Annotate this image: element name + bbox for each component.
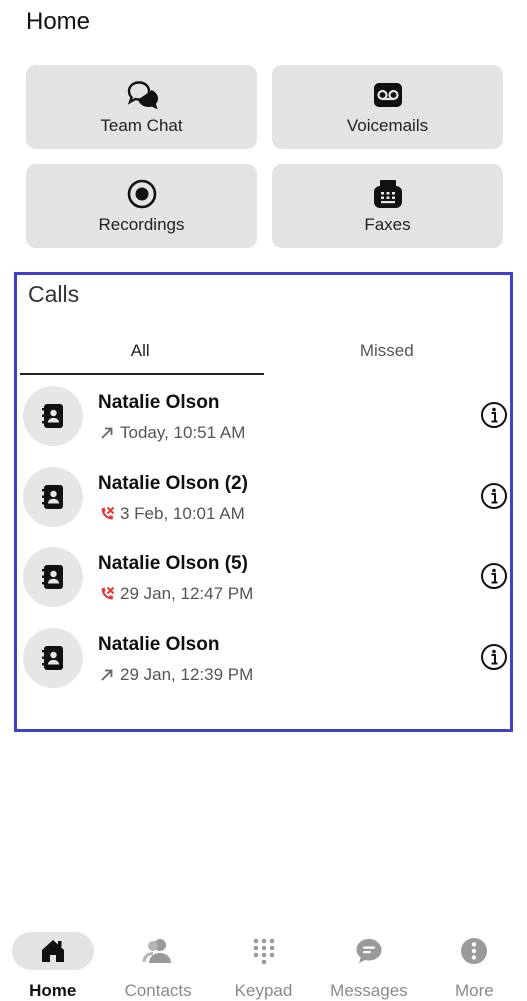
call-contact-name: Natalie Olson [98,392,220,413]
info-icon[interactable] [480,482,508,510]
avatar [23,627,83,688]
team-chat-tile[interactable]: Team Chat [26,65,257,149]
nav-label-keypad: Keypad [234,981,293,1000]
outgoing-call-icon [98,424,116,442]
voicemails-tile[interactable]: Voicemails [272,65,503,149]
nav-more[interactable]: More [422,928,527,1001]
nav-home[interactable]: Home [0,928,105,1001]
recordings-tile[interactable]: Recordings [26,164,257,248]
call-contact-name: Natalie Olson [98,633,220,655]
nav-label-more: More [454,981,494,1000]
call-meta: 29 Jan, 12:39 PM [98,665,253,685]
call-contact-name: Natalie Olson (2) [98,472,248,494]
contact-card-icon [42,565,63,589]
nav-label-home: Home [29,981,77,1000]
call-meta: Today, 10:51 AM [98,423,245,443]
call-contact-name: Natalie Olson (5) [98,553,248,574]
missed-call-icon [98,505,116,523]
record-icon [125,177,159,211]
info-icon[interactable] [480,643,508,671]
call-time: 29 Jan, 12:47 PM [120,584,254,603]
call-row[interactable]: Natalie Olson (2) 3 Feb, 10:01 AM [17,459,510,540]
nav-keypad[interactable]: Keypad [211,928,316,1001]
keypad-icon [253,938,274,965]
call-row[interactable]: Natalie Olson Today, 10:51 AM [17,378,510,459]
team-chat-label: Team Chat [100,116,183,135]
avatar [23,386,83,446]
call-time: 29 Jan, 12:39 PM [120,664,254,684]
calls-title: Calls [28,281,80,307]
call-meta: 29 Jan, 12:47 PM [98,584,253,604]
faxes-label: Faxes [364,215,411,234]
call-time: Today, 10:51 AM [120,423,246,442]
contact-card-icon [42,484,63,509]
nav-label-messages: Messages [330,981,408,1000]
nav-contacts[interactable]: Contacts [105,928,210,1001]
faxes-tile[interactable]: Faxes [272,164,503,248]
info-icon[interactable] [480,401,508,429]
home-icon [41,940,64,962]
contact-card-icon [42,645,63,670]
voicemail-icon [371,78,405,112]
fax-icon [371,177,405,211]
call-row[interactable]: Natalie Olson 29 Jan, 12:39 PM [17,620,510,701]
avatar [23,466,83,527]
tab-all[interactable]: All [17,327,264,375]
avatar [23,547,83,607]
team-chat-icon [125,78,159,112]
page-title: Home [26,8,91,35]
call-row[interactable]: Natalie Olson (5) 29 Jan, 12:47 PM [17,539,510,620]
missed-call-icon [98,585,116,603]
more-icon [461,938,488,964]
nav-messages[interactable]: Messages [316,928,421,1001]
call-meta: 3 Feb, 10:01 AM [98,504,245,524]
call-list: Natalie Olson Today, 10:51 AM Natalie Ol… [17,378,510,700]
recordings-label: Recordings [98,215,185,234]
call-time: 3 Feb, 10:01 AM [120,503,245,523]
nav-label-contacts: Contacts [124,981,192,1000]
calls-tabs: All Missed [17,327,510,375]
messages-icon [356,939,382,963]
voicemails-label: Voicemails [346,116,429,135]
bottom-nav: Home Contacts Keypad Messages More [0,928,527,1001]
tab-missed[interactable]: Missed [264,327,511,375]
quick-actions-grid: Team Chat Voicemails Recordings Faxes [26,65,503,248]
calls-section: Calls All Missed Natalie Olson Today, 10… [14,272,513,732]
outgoing-call-icon [98,666,116,684]
contacts-icon [142,939,172,963]
info-icon[interactable] [480,562,508,590]
contact-card-icon [42,404,63,428]
